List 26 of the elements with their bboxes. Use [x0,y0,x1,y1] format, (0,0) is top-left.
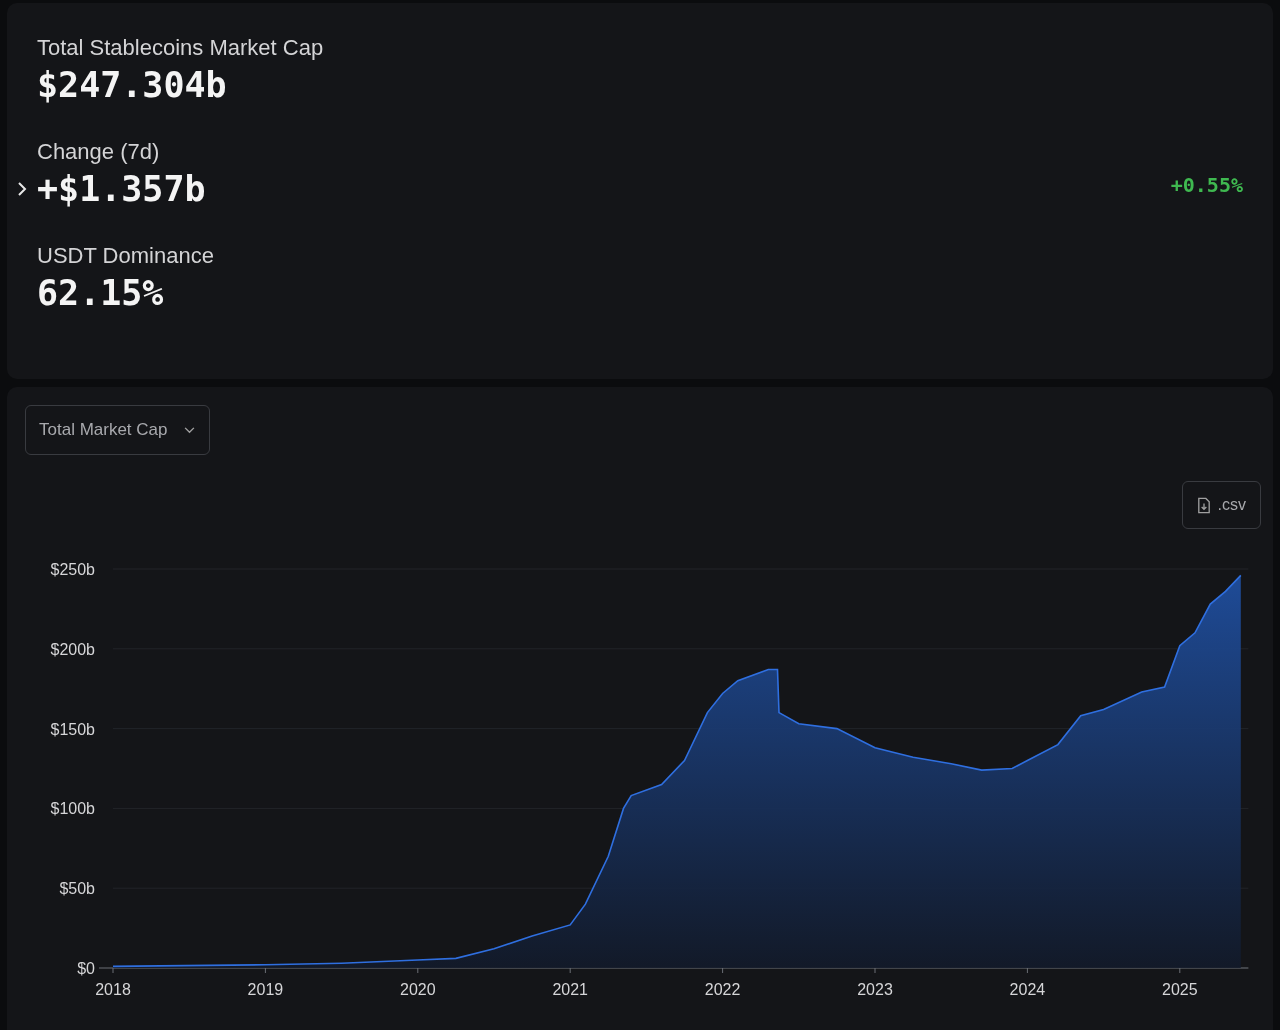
y-axis-label: $250b [50,561,95,578]
x-axis-label: 2022 [704,981,741,998]
x-axis-label: 2020 [400,981,436,998]
y-axis-label: $100b [50,800,95,818]
y-axis-label: $200b [50,640,95,658]
x-axis-label: 2019 [247,981,284,998]
y-axis-label: $150b [50,720,95,738]
x-axis-label: 2025 [1162,981,1198,998]
csv-download-button[interactable]: .csv [1181,481,1261,529]
chevron-right-icon[interactable] [17,181,27,197]
metric-dropdown[interactable]: Total Market Cap [25,405,210,455]
stat-value: $247.304b [37,65,227,105]
stat-value: +$1.357b [37,169,206,209]
x-axis-label: 2023 [857,981,893,998]
stat-value: 62.15% [37,273,164,313]
x-axis-label: 2018 [95,981,131,998]
y-axis-label: $50b [59,880,95,898]
stat-label: Change (7d) [37,139,161,165]
y-axis-label: $0 [77,960,95,977]
file-download-icon [1196,496,1211,514]
stat-label: USDT Dominance [37,243,214,269]
chevron-down-icon [183,426,195,434]
percent-change: +0.55% [1170,173,1243,197]
x-axis-label: 2024 [1009,981,1046,998]
x-axis-label: 2021 [552,981,588,998]
stat-label: Total Stablecoins Market Cap [37,35,324,61]
